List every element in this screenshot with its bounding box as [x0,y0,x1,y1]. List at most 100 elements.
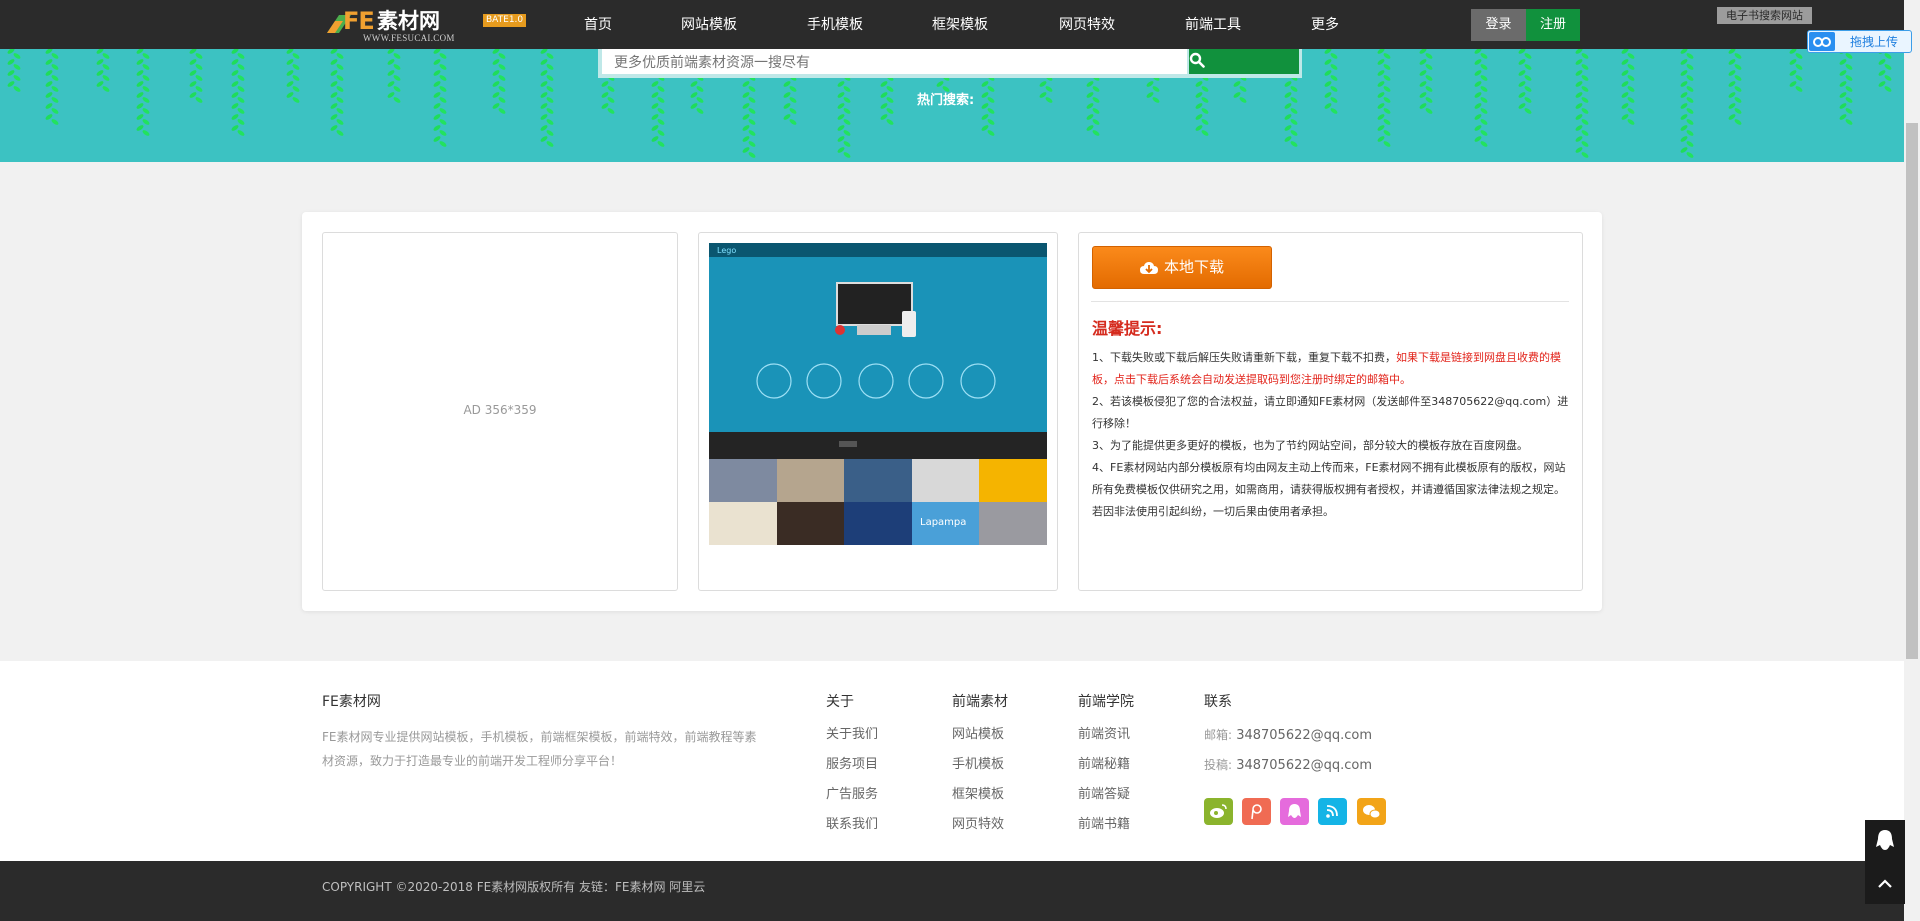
copyright-text: COPYRIGHT ©2020-2018 FE素材网版权所有 友链：FE素材网 … [322,880,706,894]
footer-link-about-us[interactable]: 关于我们 [826,727,878,743]
divider [1091,301,1569,302]
vine [387,49,401,103]
footer-description: FE素材网专业提供网站模板，手机模板，前端框架模板，前端特效，前端教程等素材资源… [322,730,757,768]
tip-item-1: 1、下载失败或下载后解压失败请重新下载，重复下载不扣费，如果下载是链接到网盘且收… [1092,351,1561,386]
nav-frontend-tools[interactable]: 前端工具 [1185,16,1241,34]
vine [540,49,554,147]
rss-icon[interactable] [1318,798,1347,825]
vine [492,49,506,114]
login-button[interactable]: 登录 [1471,9,1526,41]
footer-link-web-effects[interactable]: 网页特效 [952,817,1004,833]
footer-link-framework-templates[interactable]: 框架模板 [952,787,1004,803]
cloud-download-icon [1139,261,1158,274]
chevron-up-icon [1878,879,1892,888]
search-icon [1189,52,1205,68]
download-button-label: 本地下载 [1163,258,1224,276]
footer-link-mobile-templates[interactable]: 手机模板 [952,757,1004,773]
logo-name-text: 素材网 [377,9,440,33]
vine [286,49,300,103]
tencent-weibo-icon[interactable] [1242,798,1271,825]
vine [189,49,203,103]
top-nav-bar: FE 素材网 BATE1.0 WWW.FESUCAI.COM 首页 网站模板 手… [0,0,1904,49]
vine [96,49,110,92]
vine [1878,49,1892,92]
scrollbar-thumb[interactable] [1906,123,1918,659]
nav-home[interactable]: 首页 [584,16,612,34]
nav-mobile-templates[interactable]: 手机模板 [807,16,863,34]
tip-title: 温馨提示: [1092,319,1163,338]
footer-brand: FE素材网 [322,694,381,710]
footer-submit-email: 投稿: 348705622@qq.com [1204,758,1373,773]
vine [1621,49,1635,125]
hot-search-label: 热门搜索: [917,93,975,108]
wechat-icon[interactable] [1357,798,1386,825]
vine [7,49,21,92]
footer-link-qa[interactable]: 前端答疑 [1078,787,1130,803]
vine [1680,49,1694,158]
vine [330,49,344,136]
footer-col-academy-title: 前端学院 [1078,694,1134,710]
ad-slot[interactable]: AD 356*359 [322,232,678,591]
back-to-top-button[interactable] [1865,864,1905,904]
logo-fe-text: FE [343,7,375,35]
footer-link-news[interactable]: 前端资讯 [1078,727,1130,743]
nav-web-effects[interactable]: 网页特效 [1059,16,1115,34]
search-input[interactable] [602,49,1187,74]
vine [1575,49,1589,158]
local-download-button[interactable]: 本地下载 [1092,246,1272,289]
footer-col-materials-title: 前端素材 [952,694,1008,710]
vine [45,49,59,125]
vine [1728,49,1742,125]
register-button[interactable]: 注册 [1526,9,1580,41]
qq-service-button[interactable] [1865,820,1905,864]
tip-item-2: 2、若该模板侵犯了您的合法权益，请立即通知FE素材网（发送邮件至34870562… [1092,395,1569,430]
site-footer: FE素材网 FE素材网专业提供网站模板，手机模板，前端框架模板，前端特效，前端教… [0,661,1904,861]
nav-more[interactable]: 更多 [1311,16,1339,34]
vine [1419,49,1433,114]
tip-item-4: 4、FE素材网站内部分模板原有均由网友主动上传而来，FE素材网不拥有此模板原有的… [1092,461,1566,518]
footer-link-contact-us[interactable]: 联系我们 [826,817,878,833]
vine [433,49,447,147]
vine [231,49,245,136]
logo-version-badge: BATE1.0 [483,14,527,27]
vine [1789,49,1803,92]
vine [1324,49,1338,114]
vine [136,49,150,136]
preview-thumbnail: Lego Lapampa [709,243,1047,545]
weibo-icon[interactable] [1204,798,1233,825]
footer-link-ads[interactable]: 广告服务 [826,787,878,803]
drag-upload-widget[interactable]: 拖拽上传 [1807,30,1912,53]
footer-col-about-title: 关于 [826,694,854,710]
preview-strip-text: Lapampa [920,517,966,528]
search-bar [598,49,1302,78]
vine [1474,49,1488,147]
qq-penguin-icon [1876,830,1894,850]
template-preview: Lego Lapampa [698,232,1058,591]
ad-placeholder-text: AD 356*359 [463,403,537,417]
logo-url-text: WWW.FESUCAI.COM [363,33,455,43]
search-button[interactable] [1189,49,1299,74]
footer-link-website-templates[interactable]: 网站模板 [952,727,1004,743]
preview-logo-text: Lego [717,246,736,255]
drag-upload-label: 拖拽上传 [1850,35,1899,49]
download-panel: 本地下载 温馨提示: 1、下载失败或下载后解压失败请重新下载，重复下载不扣费，如… [1078,232,1583,591]
vine [1839,49,1853,125]
site-logo[interactable]: FE 素材网 BATE1.0 WWW.FESUCAI.COM [325,7,527,43]
qq-icon[interactable] [1280,798,1309,825]
footer-col-contact-title: 联系 [1204,694,1232,710]
footer-link-tips[interactable]: 前端秘籍 [1078,757,1130,773]
tip-item-3: 3、为了能提供更多更好的模板，也为了节约网站空间，部分较大的模板存放在百度网盘。 [1092,439,1528,452]
ebook-search-tag[interactable]: 电子书搜索网站 [1717,7,1812,24]
baidu-cloud-icon [1809,32,1835,51]
nav-framework-templates[interactable]: 框架模板 [932,16,988,34]
vine [1518,49,1532,114]
template-preview-image[interactable]: Lego Lapampa [709,243,1047,545]
footer-email: 邮箱: 348705622@qq.com [1204,728,1373,743]
tip-list: 1、下载失败或下载后解压失败请重新下载，重复下载不扣费，如果下载是链接到网盘且收… [1092,347,1572,523]
nav-website-templates[interactable]: 网站模板 [681,16,737,34]
footer-link-books[interactable]: 前端书籍 [1078,817,1130,833]
footer-link-services[interactable]: 服务项目 [826,757,878,773]
hero-banner: 热门搜索: [0,49,1904,162]
copyright-bar: COPYRIGHT ©2020-2018 FE素材网版权所有 友链：FE素材网 … [0,861,1904,921]
vine [1377,49,1391,147]
